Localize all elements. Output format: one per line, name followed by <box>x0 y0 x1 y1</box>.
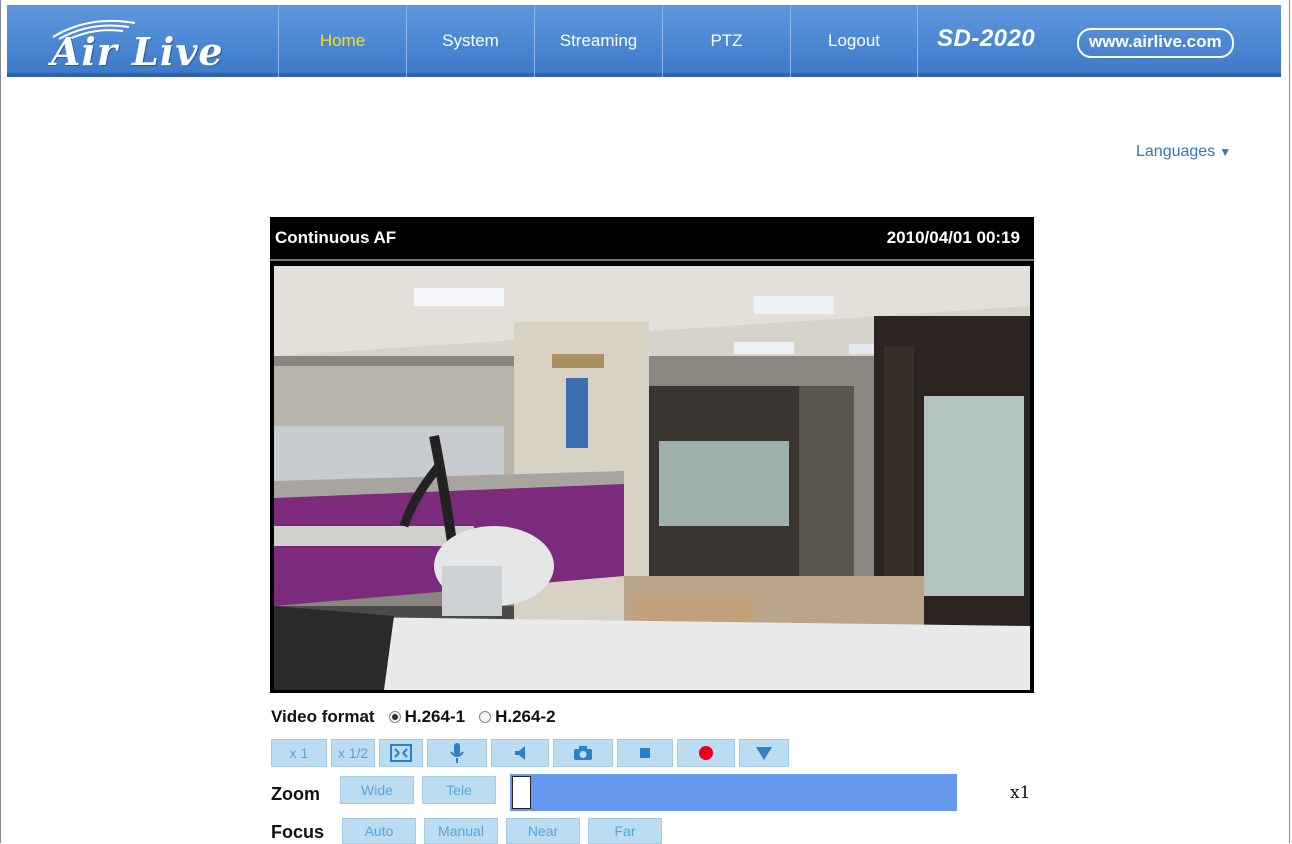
more-options-button[interactable] <box>739 739 789 767</box>
zoom-tele-button[interactable]: Tele <box>422 776 496 804</box>
model-name: SD-2020 <box>937 25 1036 52</box>
focus-auto-button[interactable]: Auto <box>342 818 416 844</box>
speaker-button[interactable] <box>491 739 549 767</box>
microphone-icon <box>450 743 464 763</box>
focus-near-button[interactable]: Near <box>506 818 580 844</box>
stop-icon <box>640 748 650 758</box>
camera-icon <box>574 746 592 760</box>
video-panel: Continuous AF 2010/04/01 00:19 <box>270 217 1034 693</box>
radio-h264-1-label: H.264-1 <box>404 707 466 726</box>
stop-button[interactable] <box>617 739 673 767</box>
radio-h264-2-label: H.264-2 <box>495 707 556 726</box>
languages-label: Languages <box>1136 143 1216 160</box>
zoom-wide-button[interactable]: Wide <box>340 776 414 804</box>
snapshot-button[interactable] <box>553 739 613 767</box>
record-icon <box>699 746 713 760</box>
record-button[interactable] <box>677 739 735 767</box>
nav-streaming[interactable]: Streaming <box>534 5 662 77</box>
focus-label: Focus <box>271 822 325 842</box>
focus-mode-label: Continuous AF <box>275 228 397 247</box>
focus-manual-button[interactable]: Manual <box>424 818 498 844</box>
fullscreen-icon <box>390 744 412 762</box>
speaker-icon <box>515 746 525 760</box>
fullscreen-button[interactable] <box>379 739 423 767</box>
languages-menu[interactable]: Languages ▼ <box>1136 143 1231 161</box>
zoom-value: x1 <box>1010 783 1031 803</box>
focus-far-button[interactable]: Far <box>588 818 662 844</box>
triangle-down-icon <box>756 747 772 760</box>
logo-text: Air Live <box>51 29 224 74</box>
video-timestamp: 2010/04/01 00:19 <box>886 228 1020 247</box>
radio-h264-1[interactable] <box>388 711 401 723</box>
video-format-label: Video format <box>271 707 375 726</box>
zoom-slider-track[interactable] <box>510 774 957 811</box>
airlive-logo: Air Live <box>45 19 245 74</box>
microphone-button[interactable] <box>427 739 487 767</box>
scale-half-button[interactable]: x 1/2 <box>331 739 375 767</box>
nav-home[interactable]: Home <box>278 5 406 77</box>
live-video-feed[interactable] <box>274 266 1030 690</box>
brand-url: www.airlive.com <box>1077 28 1234 58</box>
video-toolbar: x 1 x 1/2 <box>271 739 789 767</box>
scale-x1-button[interactable]: x 1 <box>271 739 327 767</box>
triangle-down-icon: ▼ <box>1219 145 1232 159</box>
nav-ptz[interactable]: PTZ <box>662 5 790 77</box>
nav-system[interactable]: System <box>406 5 534 77</box>
video-format-row: Video format H.264-1 H.264-2 <box>271 707 556 727</box>
zoom-label: Zoom <box>271 784 320 804</box>
video-overlay-bar: Continuous AF 2010/04/01 00:19 <box>270 217 1034 261</box>
main-nav: Home System Streaming PTZ Logout <box>278 5 918 77</box>
zoom-slider-handle[interactable] <box>512 776 531 809</box>
header-bar: Air Live Home System Streaming PTZ Logou… <box>7 5 1281 77</box>
office-scene-image <box>274 266 1030 690</box>
nav-logout[interactable]: Logout <box>790 5 918 77</box>
radio-h264-2[interactable] <box>479 711 492 723</box>
